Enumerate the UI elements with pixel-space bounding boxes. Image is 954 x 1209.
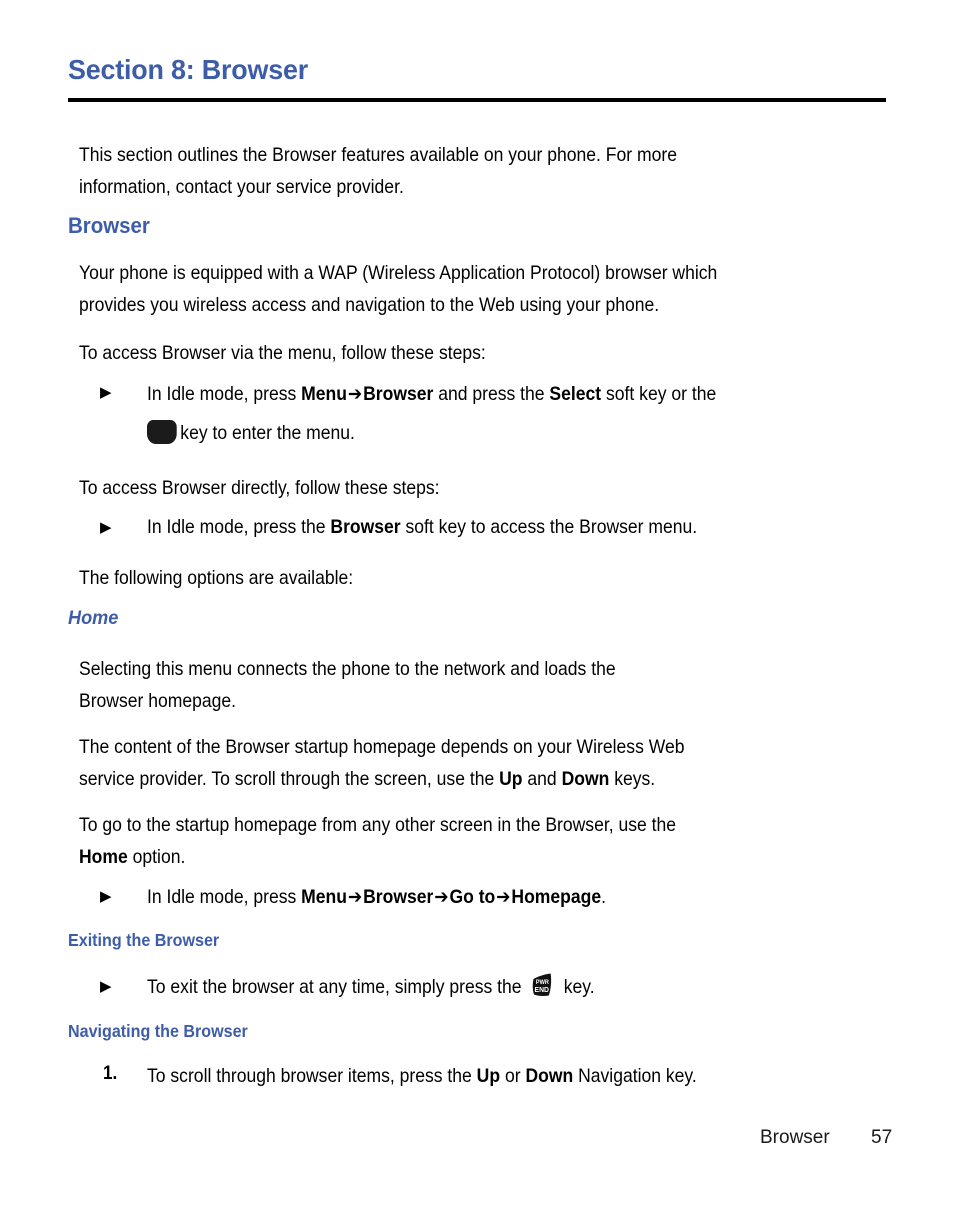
home-p2-text-e: keys. [609,768,656,790]
home-paragraph-2-line-1: The content of the Browser startup homep… [79,736,685,758]
browser-paragraph-2: To access Browser via the menu, follow t… [79,342,486,364]
browser-bullet-1-line-2: key to enter the menu. [147,417,355,449]
exiting-bullet-text-a: To exit the browser at any time, simply … [147,976,527,998]
home-paragraph-2-line-2: service provider. To scroll through the … [79,763,655,795]
intro-paragraph-line-2: information, contact your service provid… [79,176,404,198]
bullet-2-browser-label: Browser [330,516,401,538]
nav-item-text-e: Navigation key. [573,1065,697,1087]
bullet-1-text-a: In Idle mode, press [147,383,302,405]
list-item-number: 1. [103,1063,118,1084]
home-bullet-homepage-label: Homepage [511,886,602,908]
title-divider [68,98,886,102]
bullet-1-browser-label: Browser [363,383,434,405]
footer-page-number: 57 [871,1127,893,1148]
heading-exiting-the-browser: Exiting the Browser [68,930,220,950]
browser-paragraph-4: The following options are available: [79,567,354,589]
home-bullet-browser-label: Browser [363,886,434,908]
bullet-1-menu-label: Menu [301,383,347,405]
pwr-end-key-icon: PWR END [529,971,556,1001]
document-page: Section 8: Browser This section outlines… [0,0,954,1209]
home-p2-text-c: and [522,768,562,790]
home-paragraph-3-line-1: To go to the startup homepage from any o… [79,814,677,836]
home-p3-home-label: Home [79,846,128,868]
heading-navigating-the-browser: Navigating the Browser [68,1021,248,1041]
browser-paragraph-1-line-1: Your phone is equipped with a WAP (Wirel… [79,262,718,284]
page-title: Section 8: Browser [68,54,309,85]
home-paragraph-1-line-1: Selecting this menu connects the phone t… [79,658,616,680]
home-p2-text-a: service provider. To scroll through the … [79,768,500,790]
home-bullet-text-f: . [601,886,607,908]
arrow-right-icon: ➔ [434,887,449,908]
svg-text:END: END [534,984,548,993]
nav-item-text-c: or [500,1065,526,1087]
exiting-bullet-text-b: key. [558,976,595,998]
arrow-right-icon: ➔ [496,887,511,908]
home-p3-text-b: option. [127,846,186,868]
exiting-bullet-1: To exit the browser at any time, simply … [147,971,595,1003]
browser-paragraph-1-line-2: provides you wireless access and navigat… [79,294,660,316]
footer-section-label: Browser [760,1127,830,1148]
bullet-1-text-d: and press the [433,383,550,405]
nav-item-up-label: Up [476,1065,501,1087]
triangle-bullet-icon: ▶ [100,888,112,905]
home-p2-up-label: Up [499,768,523,790]
home-bullet-1: In Idle mode, press Menu➔Browser➔Go to➔H… [147,881,606,914]
triangle-bullet-icon: ▶ [100,978,112,995]
intro-paragraph-line-1: This section outlines the Browser featur… [79,144,677,166]
browser-bullet-1-line-1: In Idle mode, press Menu➔Browser and pre… [147,378,716,411]
heading-browser: Browser [68,213,150,238]
bullet-1-line-2-text: key to enter the menu. [180,422,355,444]
home-bullet-menu-label: Menu [301,886,347,908]
home-bullet-text-a: In Idle mode, press [147,886,302,908]
heading-home: Home [68,607,119,629]
arrow-right-icon: ➔ [347,384,363,405]
triangle-bullet-icon: ▶ [100,384,112,401]
browser-paragraph-3: To access Browser directly, follow these… [79,477,440,499]
home-p2-down-label: Down [561,768,610,790]
bullet-2-text-a: In Idle mode, press the [147,516,331,538]
home-bullet-goto-label: Go to [449,886,496,908]
bullet-2-text-c: soft key to access the Browser menu. [400,516,698,538]
bullet-1-text-f: soft key or the [601,383,717,405]
bullet-1-select-label: Select [549,383,602,405]
triangle-bullet-icon: ▶ [100,519,112,536]
navigating-list-item-1: To scroll through browser items, press t… [147,1060,697,1092]
nav-item-down-label: Down [525,1065,574,1087]
nav-item-text-a: To scroll through browser items, press t… [147,1065,477,1087]
home-paragraph-1-line-2: Browser homepage. [79,690,237,712]
ok-key-icon [147,420,177,444]
home-paragraph-3-line-2: Home option. [79,841,185,873]
arrow-right-icon: ➔ [347,887,363,908]
browser-bullet-2: In Idle mode, press the Browser soft key… [147,511,697,543]
